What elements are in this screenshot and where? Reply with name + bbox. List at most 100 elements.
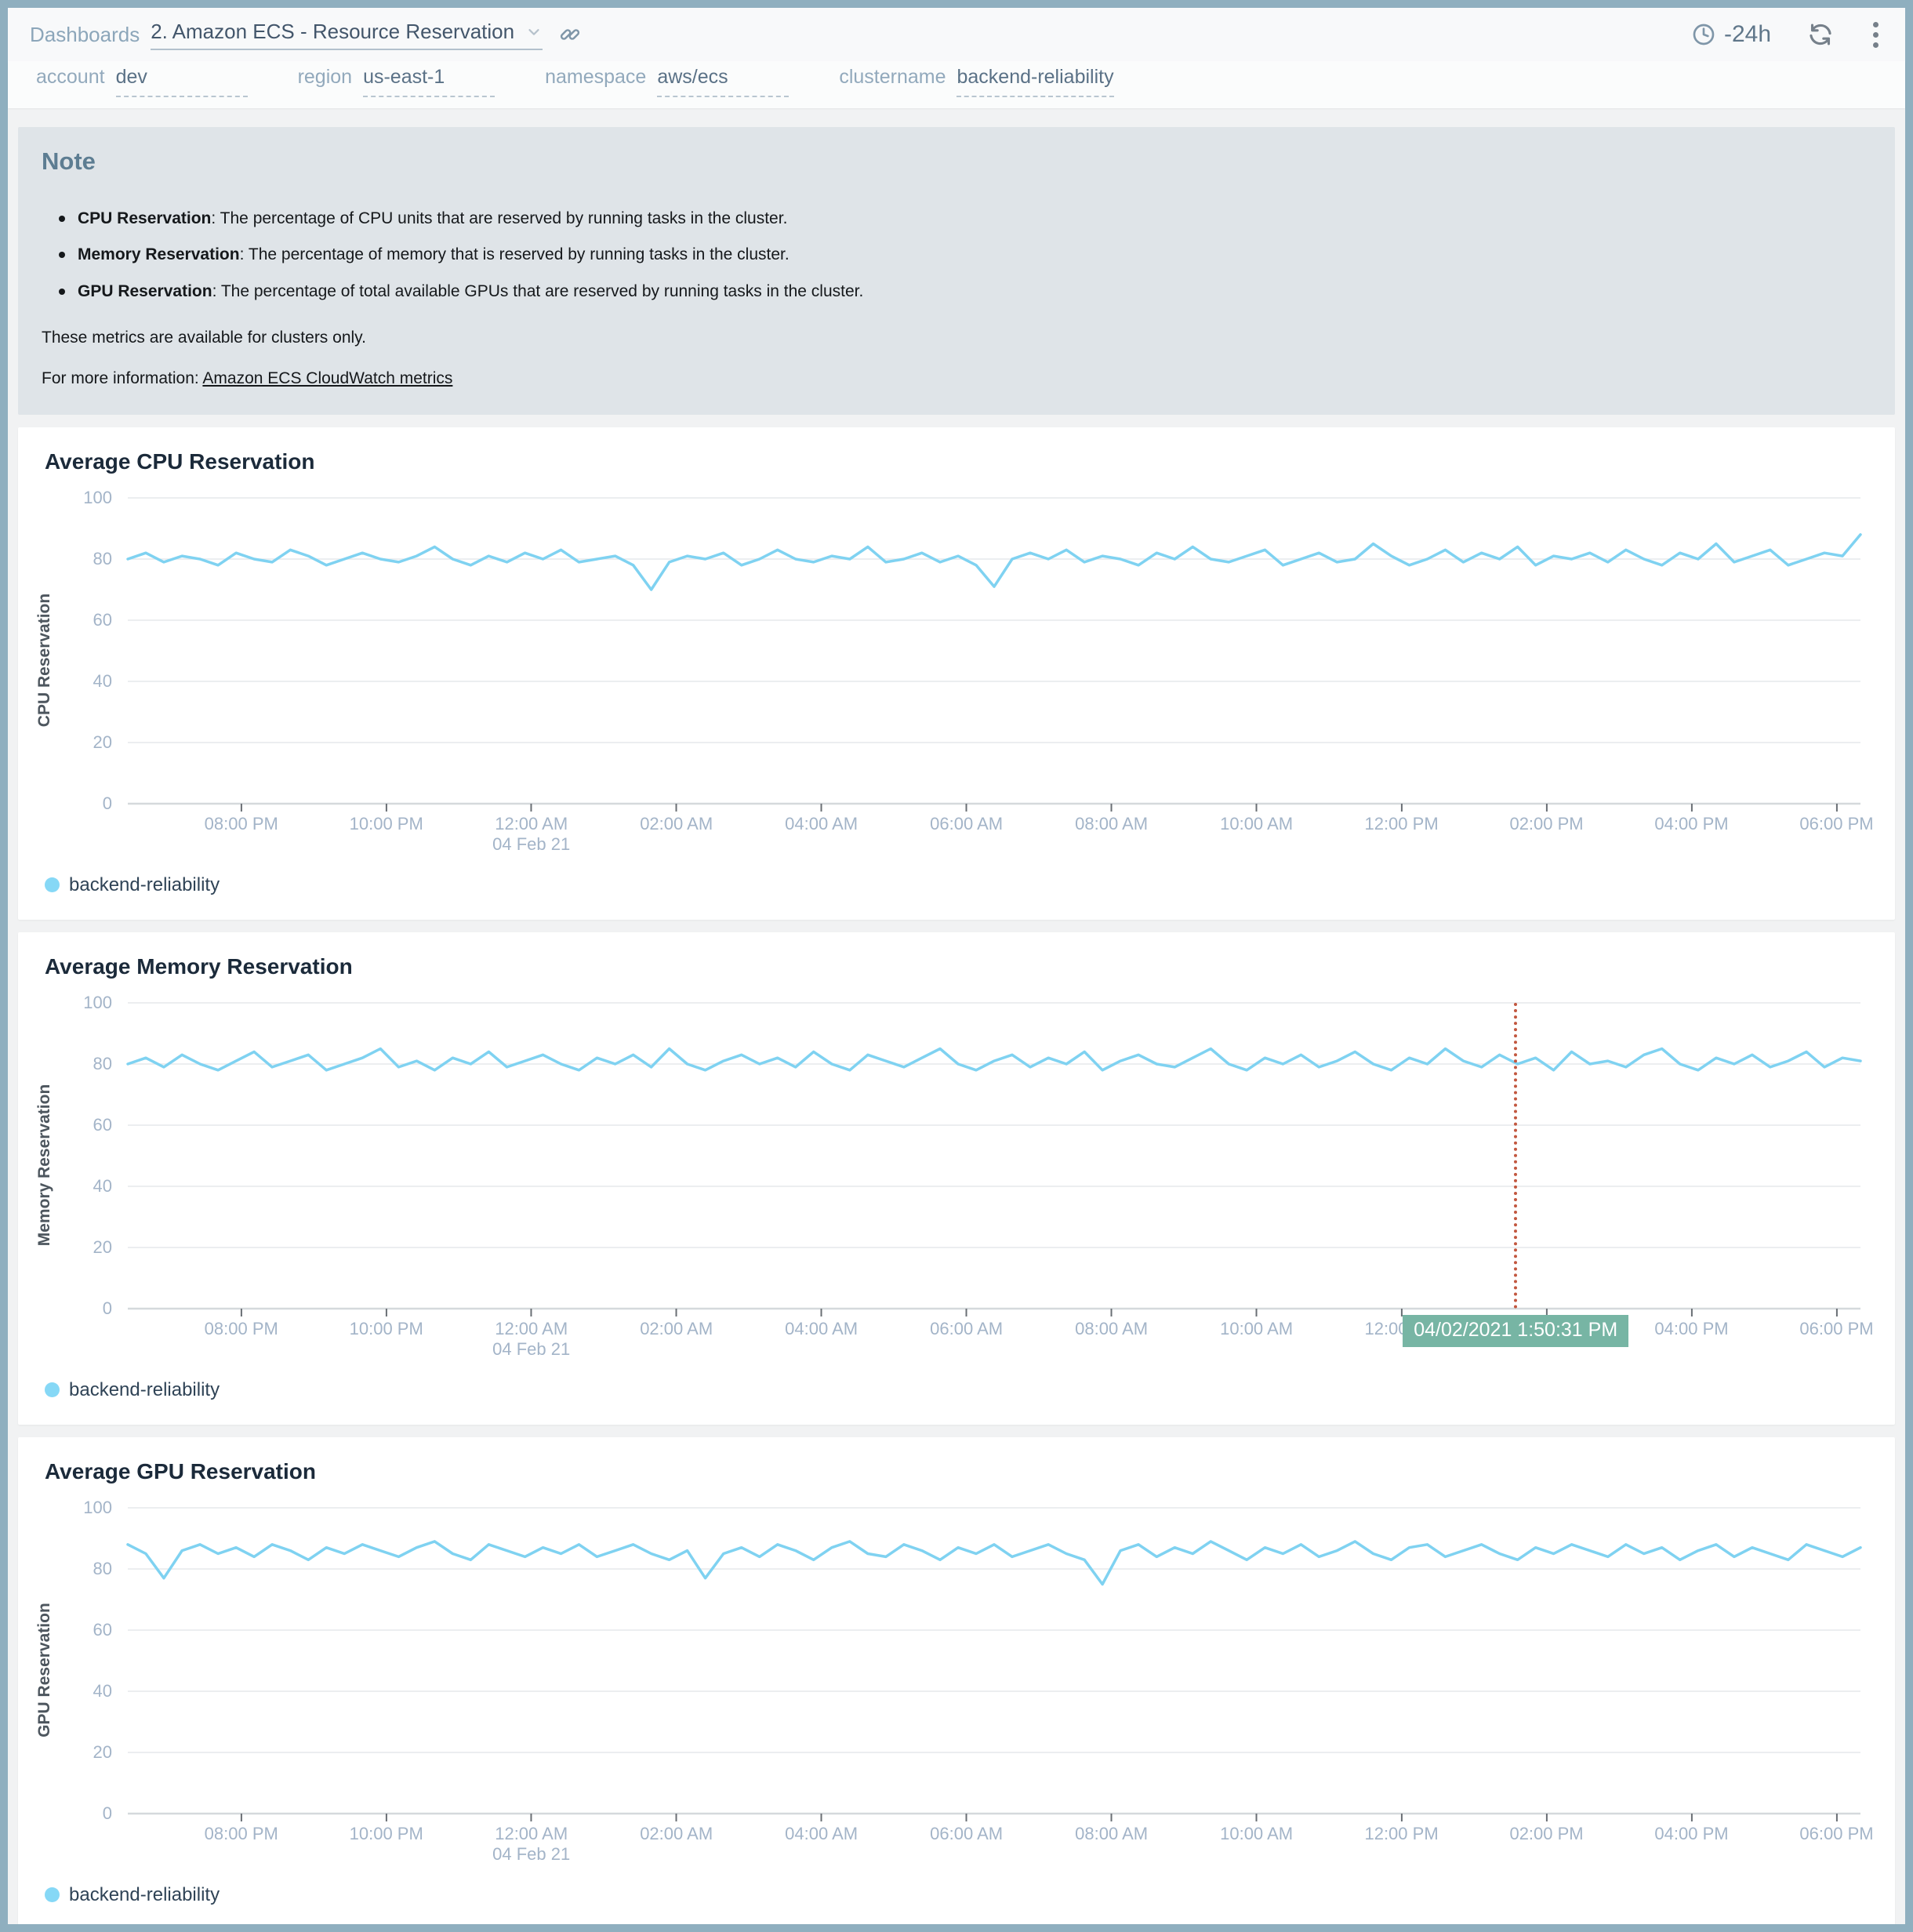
crosshair-tooltip: 04/02/2021 1:50:31 PM xyxy=(1403,1315,1628,1347)
memory-reservation-chart-panel: Average Memory Reservation Memory Reserv… xyxy=(18,932,1895,1425)
x-tick-label: 08:00 AM xyxy=(1075,1309,1148,1339)
note-link-prefix: For more information: xyxy=(42,369,202,387)
filter-bar: account dev region us-east-1 namespace a… xyxy=(8,61,1905,108)
note-bullet-list: CPU Reservation: The percentage of CPU u… xyxy=(42,209,1871,302)
series-line xyxy=(128,1048,1860,1070)
y-tick-label: 0 xyxy=(62,1803,112,1824)
filter-value-input[interactable]: us-east-1 xyxy=(363,66,495,97)
x-tick-label: 12:00 AM04 Feb 21 xyxy=(492,1814,570,1865)
chart-title: Average Memory Reservation xyxy=(18,954,1895,979)
chart-legend[interactable]: backend-reliability xyxy=(45,874,1895,896)
y-tick-label: 80 xyxy=(62,549,112,569)
x-tick-label: 10:00 PM xyxy=(350,1814,423,1844)
x-tick-label: 08:00 PM xyxy=(205,804,278,834)
note-bullet-memory: Memory Reservation: The percentage of me… xyxy=(78,245,1871,265)
x-axis-labels: 08:00 PM10:00 PM12:00 AM04 Feb 2102:00 A… xyxy=(128,804,1860,854)
x-tick-label: 06:00 PM xyxy=(1799,1814,1873,1844)
filter-value-input[interactable]: aws/ecs xyxy=(657,66,789,97)
chart-plot-area[interactable]: 020406080100 xyxy=(128,1508,1860,1814)
chart-body: GPU Reservation 020406080100 08:00 PM10:… xyxy=(18,1508,1895,1864)
x-tick-label: 08:00 AM xyxy=(1075,1814,1148,1844)
dashboard-app: Dashboards 2. Amazon ECS - Resource Rese… xyxy=(8,8,1905,1924)
refresh-button[interactable] xyxy=(1807,21,1834,48)
note-bullet-cpu: CPU Reservation: The percentage of CPU u… xyxy=(78,209,1871,229)
legend-dot xyxy=(45,1887,60,1902)
top-bar-controls: -24h xyxy=(1691,19,1882,51)
x-tick-label: 04:00 AM xyxy=(785,1309,858,1339)
y-axis-label: CPU Reservation xyxy=(35,645,54,676)
note-footer-text: These metrics are available for clusters… xyxy=(42,329,1871,347)
filter-clustername: clustername backend-reliability xyxy=(839,66,1113,97)
x-tick-label: 06:00 AM xyxy=(930,804,1003,834)
chart-plot-area[interactable]: 020406080100 xyxy=(128,498,1860,804)
y-tick-label: 80 xyxy=(62,1054,112,1074)
y-tick-label: 100 xyxy=(62,488,112,508)
x-tick-label: 06:00 AM xyxy=(930,1814,1003,1844)
filter-value-input[interactable]: backend-reliability xyxy=(956,66,1113,97)
x-tick-label: 10:00 PM xyxy=(350,1309,423,1339)
time-range-control[interactable]: -24h xyxy=(1691,21,1771,48)
x-tick-label: 12:00 AM04 Feb 21 xyxy=(492,804,570,855)
x-tick-label: 04:00 AM xyxy=(785,1814,858,1844)
y-tick-label: 60 xyxy=(62,1115,112,1135)
y-axis-label: Memory Reservation xyxy=(35,1149,54,1181)
clock-icon xyxy=(1691,22,1716,47)
x-tick-label: 02:00 AM xyxy=(640,1309,713,1339)
x-tick-label: 08:00 PM xyxy=(205,1814,278,1844)
filter-label: region xyxy=(298,66,353,89)
y-tick-label: 20 xyxy=(62,1237,112,1258)
gpu-reservation-chart-panel: Average GPU Reservation GPU Reservation … xyxy=(18,1437,1895,1924)
x-tick-label: 08:00 PM xyxy=(205,1309,278,1339)
dashboard-title-dropdown[interactable]: 2. Amazon ECS - Resource Reservation xyxy=(151,20,543,50)
x-tick-label: 04:00 PM xyxy=(1654,804,1728,834)
x-axis-labels: 08:00 PM10:00 PM12:00 AM04 Feb 2102:00 A… xyxy=(128,1309,1860,1359)
chart-plot-area[interactable]: 020406080100 xyxy=(128,1003,1860,1309)
y-tick-label: 20 xyxy=(62,1742,112,1763)
y-tick-label: 40 xyxy=(62,1681,112,1701)
cloudwatch-metrics-link[interactable]: Amazon ECS CloudWatch metrics xyxy=(202,369,452,387)
chart-body: Memory Reservation 020406080100 08:00 PM… xyxy=(18,1003,1895,1359)
note-panel: Note CPU Reservation: The percentage of … xyxy=(18,127,1895,415)
y-tick-label: 0 xyxy=(62,1298,112,1319)
x-tick-label: 04:00 AM xyxy=(785,804,858,834)
link-icon[interactable] xyxy=(558,23,582,46)
series-line xyxy=(128,535,1860,590)
y-tick-label: 60 xyxy=(62,610,112,630)
dashboard-content: Note CPU Reservation: The percentage of … xyxy=(8,108,1905,1924)
chart-legend[interactable]: backend-reliability xyxy=(45,1379,1895,1401)
y-tick-label: 40 xyxy=(62,671,112,692)
y-tick-label: 100 xyxy=(62,993,112,1013)
breadcrumb[interactable]: Dashboards xyxy=(30,23,140,47)
x-axis-labels: 08:00 PM 10:00 PM 12:00 AM04 Feb 21 02:00 A… xyxy=(128,1814,1860,1864)
y-tick-label: 0 xyxy=(62,794,112,814)
time-range-value: -24h xyxy=(1724,21,1771,48)
chart-legend[interactable]: backend-reliability xyxy=(45,1884,1895,1906)
crosshair-line xyxy=(1514,1003,1517,1309)
x-tick-label: 06:00 PM xyxy=(1799,1309,1873,1339)
chart-title: Average GPU Reservation xyxy=(18,1459,1895,1484)
series-line xyxy=(128,1542,1860,1585)
filter-label: clustername xyxy=(839,66,946,89)
legend-dot xyxy=(45,1382,60,1397)
y-tick-label: 60 xyxy=(62,1620,112,1640)
filter-account: account dev xyxy=(36,66,248,97)
filter-value-input[interactable]: dev xyxy=(116,66,248,97)
y-tick-label: 80 xyxy=(62,1559,112,1579)
x-tick-label: 06:00 AM xyxy=(930,1309,1003,1339)
y-tick-label: 20 xyxy=(62,732,112,753)
x-tick-label: 12:00 PM xyxy=(1364,1814,1438,1844)
y-tick-label: 40 xyxy=(62,1176,112,1197)
note-more-info: For more information: Amazon ECS CloudWa… xyxy=(42,369,1871,388)
x-tick-label: 04:00 PM xyxy=(1654,1309,1728,1339)
legend-label: backend-reliability xyxy=(69,874,220,896)
x-tick-label: 02:00 PM xyxy=(1509,1814,1583,1844)
kebab-menu-icon[interactable] xyxy=(1870,19,1882,51)
x-tick-label: 04:00 PM xyxy=(1654,1814,1728,1844)
x-tick-label: 02:00 AM xyxy=(640,1814,713,1844)
x-tick-label: 10:00 PM xyxy=(350,804,423,834)
chart-body: CPU Reservation 020406080100 08:00 PM 10:… xyxy=(18,498,1895,854)
x-tick-label: 10:00 AM xyxy=(1220,1814,1293,1844)
y-tick-label: 100 xyxy=(62,1498,112,1518)
legend-label: backend-reliability xyxy=(69,1884,220,1906)
top-bar: Dashboards 2. Amazon ECS - Resource Rese… xyxy=(8,8,1905,61)
